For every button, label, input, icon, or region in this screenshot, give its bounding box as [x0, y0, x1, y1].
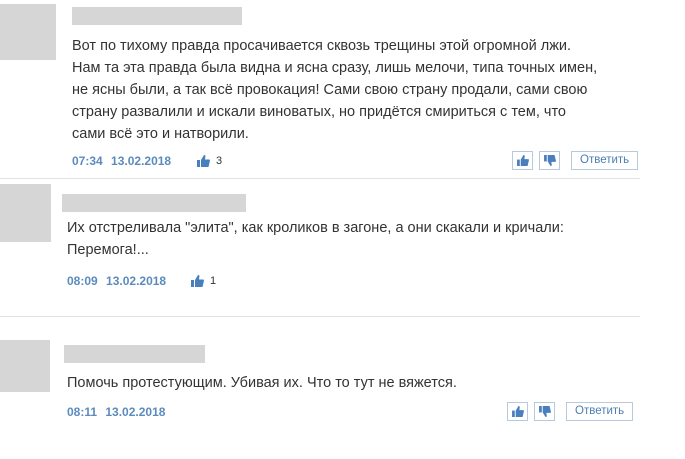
author-name[interactable]: [64, 345, 205, 363]
like-count: 1: [191, 273, 216, 289]
comment-line: сами всё это и натворили.: [72, 126, 249, 142]
like-count-value: 3: [216, 155, 223, 167]
comment-actions: Ответить: [507, 402, 634, 421]
reply-button[interactable]: Ответить: [571, 151, 639, 170]
author-name[interactable]: [72, 7, 242, 25]
avatar[interactable]: [0, 184, 51, 242]
dislike-button[interactable]: [534, 402, 555, 421]
comment-line: Помочь протестующим. Убивая их. Что то т…: [67, 375, 457, 391]
author-name[interactable]: [62, 194, 246, 212]
thumbs-up-icon: [191, 275, 204, 287]
thumbs-up-icon: [516, 155, 529, 166]
comment-meta: 08:11 13.02.2018: [67, 404, 183, 420]
comment-line: не ясны были, а так всё провокация! Сами…: [72, 82, 588, 98]
comment-date[interactable]: 13.02.2018: [111, 154, 171, 168]
comment-line: Их отстреливала "элита", как кроликов в …: [67, 220, 564, 236]
comment-date[interactable]: 13.02.2018: [105, 405, 165, 419]
avatar[interactable]: [0, 4, 56, 60]
comment-date[interactable]: 13.02.2018: [106, 274, 166, 288]
comment-line: Перемога!...: [67, 242, 149, 258]
comment-time[interactable]: 08:11: [67, 405, 97, 419]
thumbs-down-icon: [538, 406, 551, 417]
like-button[interactable]: [512, 151, 533, 170]
avatar[interactable]: [0, 340, 50, 392]
dislike-button[interactable]: [539, 151, 560, 170]
thumbs-up-icon: [197, 155, 210, 167]
comment-meta: 08:09 13.02.2018: [67, 273, 184, 289]
like-button[interactable]: [507, 402, 528, 421]
comment-line: Вот по тихому правда просачивается сквоз…: [72, 38, 572, 54]
comment-line: Нам та эта правда была видна и ясна сраз…: [72, 60, 598, 76]
reply-button[interactable]: Ответить: [566, 402, 634, 421]
divider: [0, 178, 640, 179]
comment-line: страну развалили и искали виноватых, но …: [72, 104, 566, 120]
like-count: 3: [197, 153, 222, 169]
like-count-value: 1: [210, 275, 217, 287]
comment-actions: Ответить: [512, 151, 639, 170]
thumbs-down-icon: [543, 155, 556, 166]
comment-time[interactable]: 07:34: [72, 154, 103, 168]
comment-meta: 07:34 13.02.2018: [72, 153, 189, 169]
comment-time[interactable]: 08:09: [67, 274, 98, 288]
thumbs-up-icon: [511, 406, 524, 417]
divider: [0, 316, 640, 317]
